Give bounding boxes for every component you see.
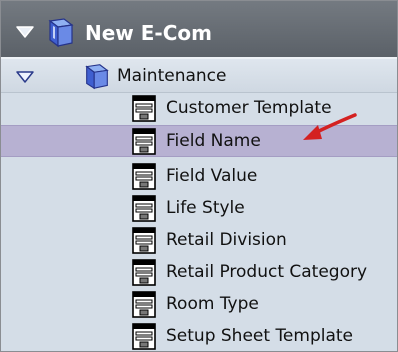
form-document-icon	[129, 128, 159, 160]
tree-item-room-type[interactable]: Room Type	[1, 289, 397, 321]
navigation-panel: New E-Com Maintenance Customer Template …	[0, 0, 398, 352]
form-document-icon	[129, 195, 159, 227]
tree-item-life-style[interactable]: Life Style	[1, 193, 397, 225]
form-document-icon	[129, 95, 159, 127]
tree-item-retail-division[interactable]: Retail Division	[1, 225, 397, 257]
form-document-icon	[129, 323, 159, 351]
tree-item-field-value[interactable]: Field Value	[1, 161, 397, 193]
tree-item-label: Life Style	[166, 198, 245, 218]
form-document-icon	[129, 163, 159, 195]
app-title[interactable]: New E-Com	[85, 21, 212, 45]
tree-item-retail-product-category[interactable]: Retail Product Category	[1, 257, 397, 289]
blue-box-icon	[81, 61, 113, 95]
form-document-icon	[129, 291, 159, 323]
form-document-icon	[129, 227, 159, 259]
tree-item-label: Field Name	[166, 131, 261, 151]
tree-item-label: Field Value	[166, 166, 258, 186]
tree-item-label: Room Type	[166, 294, 259, 314]
tree-item-label: Retail Product Category	[166, 262, 368, 282]
app-header[interactable]: New E-Com	[1, 1, 397, 59]
expand-triangle-icon[interactable]	[15, 69, 35, 88]
form-document-icon	[129, 259, 159, 291]
tree-item-label: Setup Sheet Template	[166, 326, 354, 346]
blue-box-icon	[44, 15, 78, 53]
tree-node-label: Maintenance	[117, 66, 227, 86]
expand-triangle-icon[interactable]	[15, 24, 35, 43]
tree-item-label: Retail Division	[166, 230, 287, 250]
tree-item-setup-sheet-template[interactable]: Setup Sheet Template	[1, 321, 397, 351]
tree-node-maintenance[interactable]: Maintenance	[1, 59, 397, 93]
red-arrow-icon	[297, 111, 361, 149]
